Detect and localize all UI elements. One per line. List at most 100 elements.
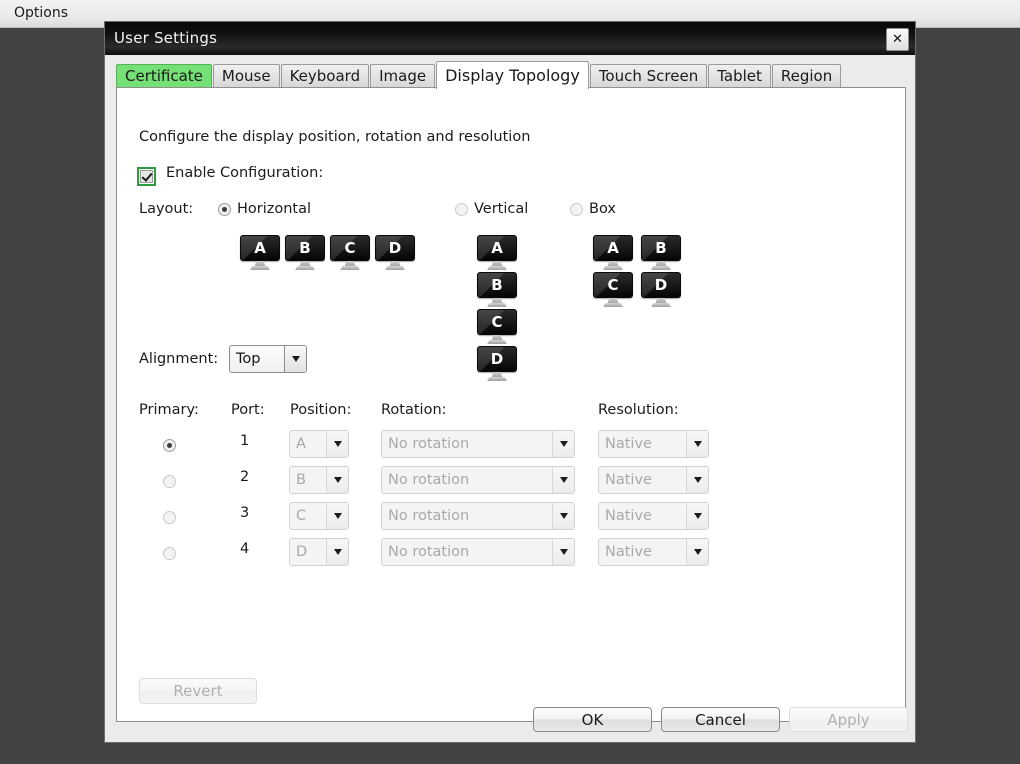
monitor-preview-box-d[interactable]: D bbox=[641, 272, 681, 307]
menu-item-options[interactable]: Options bbox=[8, 4, 74, 22]
layout-radio-vertical[interactable] bbox=[455, 203, 468, 216]
position-combobox-port-2[interactable]: B bbox=[289, 466, 349, 494]
rotation-combobox-port-3[interactable]: No rotation bbox=[381, 502, 575, 530]
monitor-preview-vertical-d[interactable]: D bbox=[477, 346, 517, 381]
dialog-title: User Settings bbox=[114, 29, 218, 47]
primary-radio-port-4[interactable] bbox=[163, 547, 176, 560]
layout-option-vertical-label: Vertical bbox=[474, 201, 529, 217]
chevron-down-icon[interactable] bbox=[326, 467, 348, 493]
dialog-title-bar[interactable]: User Settings ✕ bbox=[105, 22, 915, 55]
monitor-preview-vertical-b[interactable]: B bbox=[477, 272, 517, 307]
monitor-neck-icon bbox=[344, 261, 356, 266]
chevron-down-icon[interactable] bbox=[686, 431, 708, 457]
user-settings-dialog: User Settings ✕ Certificate Mouse Keyboa… bbox=[104, 21, 916, 743]
monitor-base-icon bbox=[487, 266, 507, 270]
tab-region[interactable]: Region bbox=[771, 64, 842, 88]
monitor-base-icon bbox=[487, 303, 507, 307]
dialog-footer: OK Cancel Apply bbox=[105, 698, 915, 742]
chevron-down-icon[interactable] bbox=[326, 431, 348, 457]
column-header-resolution: Resolution: bbox=[598, 402, 679, 418]
monitor-preview-horizontal-d[interactable]: D bbox=[375, 235, 415, 270]
monitor-base-icon bbox=[295, 266, 315, 270]
resolution-combobox-port-1[interactable]: Native bbox=[598, 430, 709, 458]
resolution-value: Native bbox=[605, 436, 652, 452]
monitor-screen-letter: A bbox=[477, 235, 517, 261]
monitor-base-icon bbox=[487, 377, 507, 381]
checkmark-icon bbox=[140, 170, 153, 183]
chevron-down-icon[interactable] bbox=[686, 503, 708, 529]
tab-image[interactable]: Image bbox=[370, 64, 436, 88]
port-number-3: 3 bbox=[240, 505, 250, 521]
monitor-preview-vertical-a[interactable]: A bbox=[477, 235, 517, 270]
enable-configuration-checkbox[interactable] bbox=[137, 167, 156, 186]
monitor-neck-icon bbox=[254, 261, 266, 266]
tab-display-topology[interactable]: Display Topology bbox=[436, 61, 589, 89]
monitor-preview-vertical-c[interactable]: C bbox=[477, 309, 517, 344]
rotation-value: No rotation bbox=[388, 436, 470, 452]
monitor-neck-icon bbox=[491, 372, 503, 377]
position-combobox-port-1[interactable]: A bbox=[289, 430, 349, 458]
chevron-down-icon[interactable] bbox=[552, 503, 574, 529]
alignment-combobox[interactable]: Top bbox=[229, 345, 307, 373]
close-icon[interactable]: ✕ bbox=[886, 28, 909, 51]
cancel-button[interactable]: Cancel bbox=[661, 707, 780, 732]
position-value: B bbox=[296, 472, 306, 488]
position-value: A bbox=[296, 436, 306, 452]
chevron-down-icon[interactable] bbox=[284, 346, 306, 372]
monitor-neck-icon bbox=[607, 261, 619, 266]
primary-radio-port-3[interactable] bbox=[163, 511, 176, 524]
monitor-preview-horizontal-c[interactable]: C bbox=[330, 235, 370, 270]
monitor-screen-letter: D bbox=[641, 272, 681, 298]
monitor-base-icon bbox=[250, 266, 270, 270]
chevron-down-icon[interactable] bbox=[686, 467, 708, 493]
column-header-port: Port: bbox=[231, 402, 265, 418]
tab-touch-screen[interactable]: Touch Screen bbox=[589, 64, 708, 88]
monitor-preview-box-c[interactable]: C bbox=[593, 272, 633, 307]
resolution-combobox-port-2[interactable]: Native bbox=[598, 466, 709, 494]
monitor-neck-icon bbox=[389, 261, 401, 266]
chevron-down-icon[interactable] bbox=[552, 467, 574, 493]
primary-radio-port-1[interactable] bbox=[163, 439, 176, 452]
layout-radio-box[interactable] bbox=[570, 203, 583, 216]
ok-button[interactable]: OK bbox=[533, 707, 652, 732]
monitor-neck-icon bbox=[491, 261, 503, 266]
monitor-neck-icon bbox=[491, 335, 503, 340]
primary-radio-port-2[interactable] bbox=[163, 475, 176, 488]
column-header-rotation: Rotation: bbox=[381, 402, 447, 418]
monitor-screen-letter: C bbox=[330, 235, 370, 261]
monitor-base-icon bbox=[651, 266, 671, 270]
position-combobox-port-4[interactable]: D bbox=[289, 538, 349, 566]
layout-radio-horizontal[interactable] bbox=[218, 203, 231, 216]
monitor-preview-horizontal-b[interactable]: B bbox=[285, 235, 325, 270]
position-value: D bbox=[296, 544, 308, 560]
layout-option-horizontal-label: Horizontal bbox=[237, 201, 312, 217]
layout-option-box-label: Box bbox=[589, 201, 616, 217]
tab-mouse[interactable]: Mouse bbox=[212, 64, 280, 88]
port-number-1: 1 bbox=[240, 433, 250, 449]
rotation-combobox-port-4[interactable]: No rotation bbox=[381, 538, 575, 566]
chevron-down-icon[interactable] bbox=[326, 539, 348, 565]
monitor-screen-letter: A bbox=[240, 235, 280, 261]
monitor-neck-icon bbox=[655, 298, 667, 303]
resolution-combobox-port-3[interactable]: Native bbox=[598, 502, 709, 530]
layout-label: Layout: bbox=[139, 201, 194, 217]
monitor-preview-box-b[interactable]: B bbox=[641, 235, 681, 270]
chevron-down-icon[interactable] bbox=[552, 431, 574, 457]
monitor-preview-box-a[interactable]: A bbox=[593, 235, 633, 270]
monitor-neck-icon bbox=[299, 261, 311, 266]
chevron-down-icon[interactable] bbox=[326, 503, 348, 529]
chevron-down-icon[interactable] bbox=[686, 539, 708, 565]
monitor-base-icon bbox=[651, 303, 671, 307]
rotation-value: No rotation bbox=[388, 544, 470, 560]
tab-tablet[interactable]: Tablet bbox=[708, 64, 771, 88]
chevron-down-icon[interactable] bbox=[552, 539, 574, 565]
position-combobox-port-3[interactable]: C bbox=[289, 502, 349, 530]
resolution-combobox-port-4[interactable]: Native bbox=[598, 538, 709, 566]
apply-button[interactable]: Apply bbox=[789, 707, 908, 732]
rotation-combobox-port-2[interactable]: No rotation bbox=[381, 466, 575, 494]
rotation-combobox-port-1[interactable]: No rotation bbox=[381, 430, 575, 458]
monitor-preview-horizontal-a[interactable]: A bbox=[240, 235, 280, 270]
tab-certificate[interactable]: Certificate bbox=[116, 64, 212, 88]
monitor-base-icon bbox=[603, 266, 623, 270]
tab-keyboard[interactable]: Keyboard bbox=[280, 64, 370, 88]
